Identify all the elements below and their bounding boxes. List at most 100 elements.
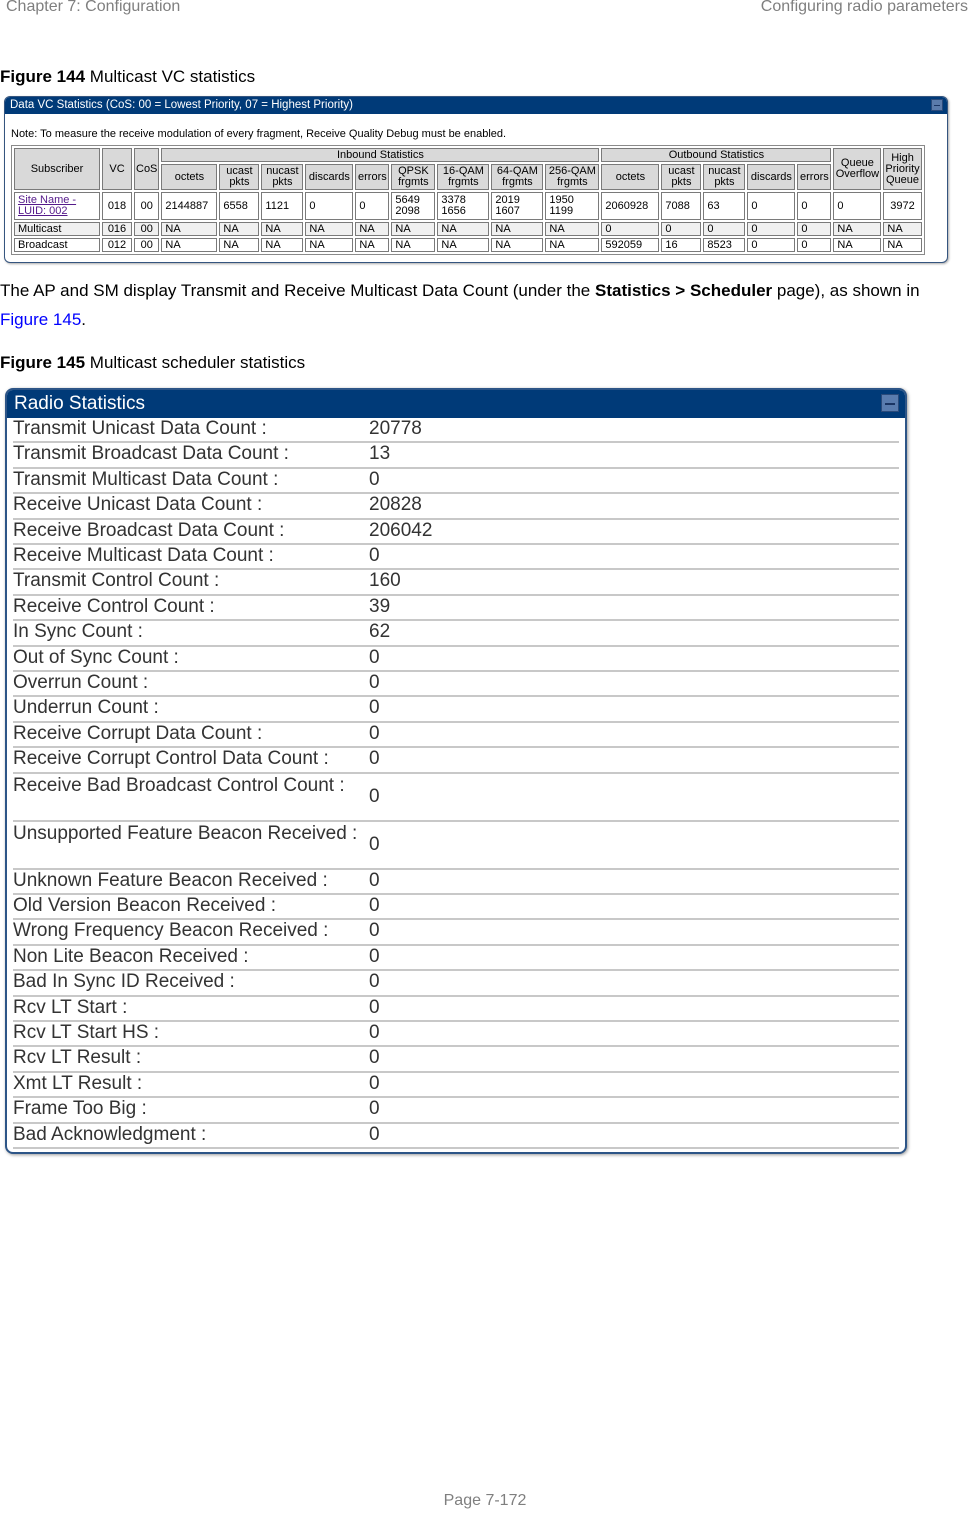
stat-label: Rcv LT Result : bbox=[13, 1047, 142, 1069]
col-inbound-256-qam-frgmts: 256-QAM frgmts bbox=[545, 164, 600, 190]
stat-row: Frame Too Big : 0 bbox=[13, 1098, 899, 1124]
stat-value: 0 bbox=[369, 920, 380, 942]
stat-value: 62 bbox=[369, 621, 391, 643]
stat-label: Receive Corrupt Control Data Count : bbox=[13, 748, 329, 770]
column-divider bbox=[365, 545, 367, 569]
cell-queue-overflow: NA bbox=[833, 222, 882, 236]
stat-row: Old Version Beacon Received : 0 bbox=[13, 895, 899, 921]
cell-subscriber[interactable]: Site Name - LUID: 002 bbox=[14, 192, 100, 220]
col-inbound-64-qam-frgmts: 64-QAM frgmts bbox=[491, 164, 544, 190]
paragraph-text: . bbox=[81, 310, 87, 329]
stat-value: 0 bbox=[369, 1047, 380, 1069]
cell-cos: 00 bbox=[134, 238, 160, 252]
stat-value: 0 bbox=[369, 945, 380, 967]
stat-row: Transmit Broadcast Data Count : 13 bbox=[13, 443, 899, 469]
paragraph-text: page), as shown in bbox=[772, 281, 920, 300]
stat-row: Receive Bad Broadcast Control Count : 0 bbox=[13, 773, 899, 822]
stat-value: 0 bbox=[369, 833, 380, 855]
col-group-outbound: Outbound Statistics bbox=[601, 148, 832, 162]
stat-row: Receive Corrupt Data Count : 0 bbox=[13, 722, 899, 749]
cell-inbound: 3378 1656 bbox=[437, 192, 490, 220]
cell-subscriber: Multicast bbox=[14, 222, 100, 236]
stat-row: Rcv LT Result : 0 bbox=[13, 1047, 899, 1073]
col-cos: CoS bbox=[134, 148, 160, 190]
stat-row: Overrun Count : 0 bbox=[13, 672, 899, 698]
panel-title-bar: Data VC Statistics (CoS: 00 = Lowest Pri… bbox=[5, 97, 947, 114]
cell-cos: 00 bbox=[134, 222, 160, 236]
cell-outbound: 16 bbox=[661, 238, 702, 252]
cell-outbound: 0 bbox=[797, 192, 832, 220]
stat-value: 0 bbox=[369, 996, 380, 1018]
cell-inbound: 1950 1199 bbox=[545, 192, 600, 220]
cell-outbound: 0 bbox=[747, 238, 796, 252]
cell-inbound: 0 bbox=[305, 192, 354, 220]
column-divider bbox=[365, 570, 367, 594]
col-outbound-ucast-pkts: ucast pkts bbox=[661, 164, 702, 190]
stat-label: Rcv LT Start : bbox=[13, 996, 128, 1018]
col-vc: VC bbox=[102, 148, 132, 190]
column-divider bbox=[365, 722, 367, 747]
stat-value: 0 bbox=[369, 1022, 380, 1043]
stat-label: Overrun Count : bbox=[13, 672, 149, 693]
stat-label: Bad Acknowledgment : bbox=[13, 1123, 207, 1145]
col-inbound-16-qam-frgmts: 16-QAM frgmts bbox=[437, 164, 490, 190]
cell-subscriber: Broadcast bbox=[14, 238, 100, 252]
stat-row: Receive Multicast Data Count : 0 bbox=[13, 545, 899, 571]
figure-145-link[interactable]: Figure 145 bbox=[0, 310, 81, 329]
col-inbound-qpsk-frgmts: QPSK frgmts bbox=[391, 164, 436, 190]
stat-label: Unknown Feature Beacon Received : bbox=[13, 869, 328, 891]
stat-value: 0 bbox=[369, 722, 380, 744]
cell-outbound: 0 bbox=[797, 238, 832, 252]
col-inbound-nucast-pkts: nucast pkts bbox=[261, 164, 304, 190]
cell-inbound: NA bbox=[437, 238, 490, 252]
cell-high-priority-queue: NA bbox=[883, 222, 922, 236]
column-divider bbox=[365, 895, 367, 919]
cell-inbound: 5649 2098 bbox=[391, 192, 436, 220]
column-divider bbox=[365, 945, 367, 970]
minimize-icon[interactable] bbox=[881, 394, 899, 412]
cell-outbound: 7088 bbox=[661, 192, 702, 220]
cell-queue-overflow: 0 bbox=[833, 192, 882, 220]
stat-row: Receive Control Count : 39 bbox=[13, 595, 899, 622]
cell-inbound: 1121 bbox=[261, 192, 304, 220]
radio-statistics-panel: Radio Statistics Transmit Unicast Data C… bbox=[5, 388, 907, 1154]
column-divider bbox=[365, 1072, 367, 1097]
column-divider bbox=[365, 418, 367, 442]
stat-value: 206042 bbox=[369, 519, 433, 541]
stat-label: Old Version Beacon Received : bbox=[13, 895, 276, 916]
col-inbound-ucast-pkts: ucast pkts bbox=[219, 164, 260, 190]
stat-row: Rcv LT Start : 0 bbox=[13, 996, 899, 1022]
cell-inbound: NA bbox=[305, 238, 354, 252]
col-outbound-errors: errors bbox=[797, 164, 832, 190]
cell-outbound: 592059 bbox=[601, 238, 660, 252]
stat-label: Receive Multicast Data Count : bbox=[13, 545, 274, 566]
stat-label: Underrun Count : bbox=[13, 697, 159, 719]
cell-high-priority-queue: 3972 bbox=[883, 192, 922, 220]
stat-label: Transmit Control Count : bbox=[13, 570, 220, 592]
table-row: Broadcast 012 00 NA NA NA NA NA NA NA NA NA 592059 16… bbox=[14, 238, 922, 252]
column-divider bbox=[365, 971, 367, 995]
subscriber-link[interactable]: Site Name - LUID: 002 bbox=[18, 194, 76, 217]
stat-value: 13 bbox=[369, 443, 391, 465]
stat-label: Bad In Sync ID Received : bbox=[13, 971, 235, 993]
cell-inbound: NA bbox=[491, 222, 544, 236]
cell-outbound: 2060928 bbox=[601, 192, 660, 220]
stat-row: Transmit Unicast Data Count : 20778 bbox=[13, 418, 899, 444]
stat-value: 20828 bbox=[369, 494, 422, 516]
column-divider bbox=[365, 595, 367, 620]
chapter-header: Chapter 7: Configuration bbox=[6, 0, 181, 15]
stat-value: 0 bbox=[369, 971, 380, 993]
minimize-icon[interactable] bbox=[931, 99, 943, 111]
stat-row: Transmit Control Count : 160 bbox=[13, 570, 899, 596]
stat-label: Transmit Broadcast Data Count : bbox=[13, 443, 289, 465]
stat-label: Receive Corrupt Data Count : bbox=[13, 722, 263, 744]
stat-label: Receive Broadcast Data Count : bbox=[13, 519, 285, 541]
column-divider bbox=[365, 443, 367, 467]
stat-row: Unknown Feature Beacon Received : 0 bbox=[13, 869, 899, 895]
cell-inbound: NA bbox=[391, 222, 436, 236]
column-divider bbox=[365, 621, 367, 645]
stat-row: Transmit Multicast Data Count : 0 bbox=[13, 468, 899, 495]
page-number: Page 7-172 bbox=[443, 1492, 527, 1509]
stat-value: 0 bbox=[369, 697, 380, 719]
figure-title: Multicast scheduler statistics bbox=[89, 353, 306, 372]
